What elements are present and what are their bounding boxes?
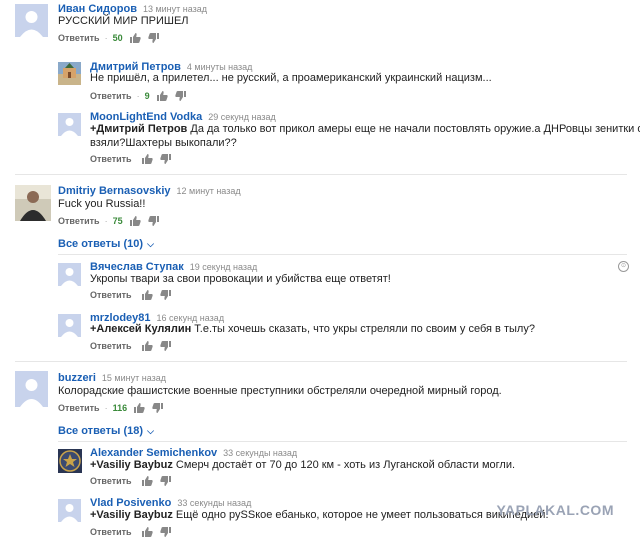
comment-text: Не пришёл, а прилетел... не русский, а п… <box>90 72 492 84</box>
like-count: 50 <box>112 33 123 43</box>
thumbs-down-icon[interactable] <box>159 154 171 164</box>
chevron-down-icon[interactable]: ⌵ <box>147 239 154 250</box>
show-all-replies-button[interactable]: Все ответы (10) ⌵ <box>58 238 154 250</box>
reply-button[interactable]: Ответить <box>90 154 132 164</box>
like-count: 116 <box>112 403 128 413</box>
comment-text: +Vasiliy Baybuz Ещё одно руSSкое ебанько… <box>90 508 549 523</box>
all-replies-label[interactable]: Все ответы (10) <box>58 238 143 250</box>
thumbs-down-icon[interactable] <box>159 527 171 537</box>
thumbs-up-icon[interactable] <box>141 341 153 351</box>
thumbs-up-icon[interactable] <box>141 527 153 537</box>
comment-actions: Ответить · 75 <box>58 216 159 226</box>
comment-text: +Vasiliy Baybuz Смерч достаёт от 70 до 1… <box>90 458 515 473</box>
separator: · <box>104 403 108 413</box>
reply-button[interactable]: Ответить <box>90 527 132 537</box>
comment-actions: Ответить <box>90 290 171 300</box>
comment-time[interactable]: 33 секунды назад <box>177 498 251 508</box>
comment-actions: Ответить · 50 <box>58 33 159 43</box>
thumbs-up-icon[interactable] <box>156 91 168 101</box>
mention-link[interactable]: +Vasiliy Baybuz <box>90 459 173 471</box>
comment-text: РУССКИЙ МИР ПРИШЕЛ <box>58 15 189 27</box>
reply-button[interactable]: Ответить <box>58 216 100 226</box>
thumbs-down-icon[interactable] <box>152 403 164 413</box>
comment-actions: Ответить <box>90 154 171 164</box>
thumbs-down-icon[interactable] <box>159 290 171 300</box>
thumbs-up-icon[interactable] <box>129 33 141 43</box>
comment-time[interactable]: 29 секунд назад <box>208 112 276 122</box>
thumbs-up-icon[interactable] <box>134 403 145 413</box>
mention-link[interactable]: +Vasiliy Baybuz <box>90 509 173 521</box>
comment-text: +Алексей Кулялин Т.е.ты хочешь сказать, … <box>90 322 535 337</box>
divider <box>15 174 627 175</box>
thumbs-down-icon[interactable] <box>147 216 159 226</box>
thumbs-down-icon[interactable] <box>159 341 171 351</box>
comment-time[interactable]: 19 секунд назад <box>190 262 258 272</box>
separator: · <box>136 91 140 101</box>
like-count: 9 <box>144 91 150 101</box>
comment-text: Укропы твари за свои провокации и убийст… <box>90 273 391 285</box>
reply-button[interactable]: Ответить <box>90 341 132 351</box>
divider <box>15 361 627 362</box>
thumbs-up-icon[interactable] <box>141 476 153 486</box>
comment-text-line2: взяли?Шахтеры выкопали?? <box>90 137 237 149</box>
author-name[interactable]: buzzeri <box>58 372 96 384</box>
comment-time[interactable]: 13 минут назад <box>143 4 207 14</box>
comment-time[interactable]: 33 секунды назад <box>223 448 297 458</box>
separator: · <box>104 33 108 43</box>
comment-time[interactable]: 15 минут назад <box>102 373 166 383</box>
avatar[interactable] <box>58 449 82 473</box>
mention-link[interactable]: +Дмитрий Петров <box>90 123 187 135</box>
comment-actions: Ответить <box>90 527 171 537</box>
like-count: 75 <box>112 216 123 226</box>
separator: · <box>104 216 108 226</box>
comment-author[interactable]: buzzeri 15 минут назад <box>58 372 166 384</box>
comment-actions: Ответить · 116 <box>58 403 164 413</box>
avatar[interactable] <box>58 263 81 286</box>
comment-actions: Ответить <box>90 476 171 486</box>
comment-body: Да да только вот прикол амеры еще не нач… <box>187 123 640 135</box>
comment-actions: Ответить · 9 <box>90 91 186 101</box>
comment-actions: Ответить <box>90 341 171 351</box>
avatar[interactable] <box>15 371 48 407</box>
avatar[interactable] <box>58 62 81 85</box>
author-name[interactable]: Dmitriy Bernasovskiy <box>58 185 171 197</box>
avatar[interactable] <box>15 185 51 221</box>
thumbs-down-icon[interactable] <box>159 476 171 486</box>
thumbs-down-icon[interactable] <box>147 33 159 43</box>
reply-button[interactable]: Ответить <box>90 476 132 486</box>
avatar[interactable] <box>15 4 48 37</box>
site-watermark: YAPLAKAL.COM <box>496 502 614 518</box>
thumbs-up-icon[interactable] <box>141 290 153 300</box>
divider <box>58 441 627 442</box>
thumbs-down-icon[interactable] <box>174 91 186 101</box>
reply-button[interactable]: Ответить <box>58 33 100 43</box>
comment-text: +Дмитрий Петров Да да только вот прикол … <box>90 122 640 137</box>
comment-text: Fuck you Russia!! <box>58 198 146 210</box>
comment-body: Смерч достаёт от 70 до 120 км - хоть из … <box>172 459 516 471</box>
avatar[interactable] <box>58 113 81 136</box>
comment-body: Ещё одно руSSкое ебанько, которое не уме… <box>172 509 549 521</box>
show-all-replies-button[interactable]: Все ответы (18) ⌵ <box>58 425 154 437</box>
comment-body: Т.е.ты хочешь сказать, что укры стреляли… <box>191 323 535 335</box>
chevron-down-icon[interactable]: ⌵ <box>147 426 154 437</box>
reply-button[interactable]: Ответить <box>58 403 100 413</box>
avatar[interactable] <box>58 314 81 337</box>
thumbs-up-icon[interactable] <box>129 216 141 226</box>
reply-button[interactable]: Ответить <box>90 290 132 300</box>
thumbs-up-icon[interactable] <box>141 154 153 164</box>
comment-time[interactable]: 12 минут назад <box>177 186 241 196</box>
avatar[interactable] <box>58 499 81 522</box>
comment-author[interactable]: Dmitriy Bernasovskiy 12 минут назад <box>58 185 241 197</box>
divider <box>58 254 627 255</box>
mention-link[interactable]: +Алексей Кулялин <box>90 323 191 335</box>
report-flag-icon[interactable]: ⊙ <box>618 261 629 272</box>
all-replies-label[interactable]: Все ответы (18) <box>58 425 143 437</box>
reply-button[interactable]: Ответить <box>90 91 132 101</box>
comment-text: Колорадские фашистские военные преступни… <box>58 385 502 397</box>
